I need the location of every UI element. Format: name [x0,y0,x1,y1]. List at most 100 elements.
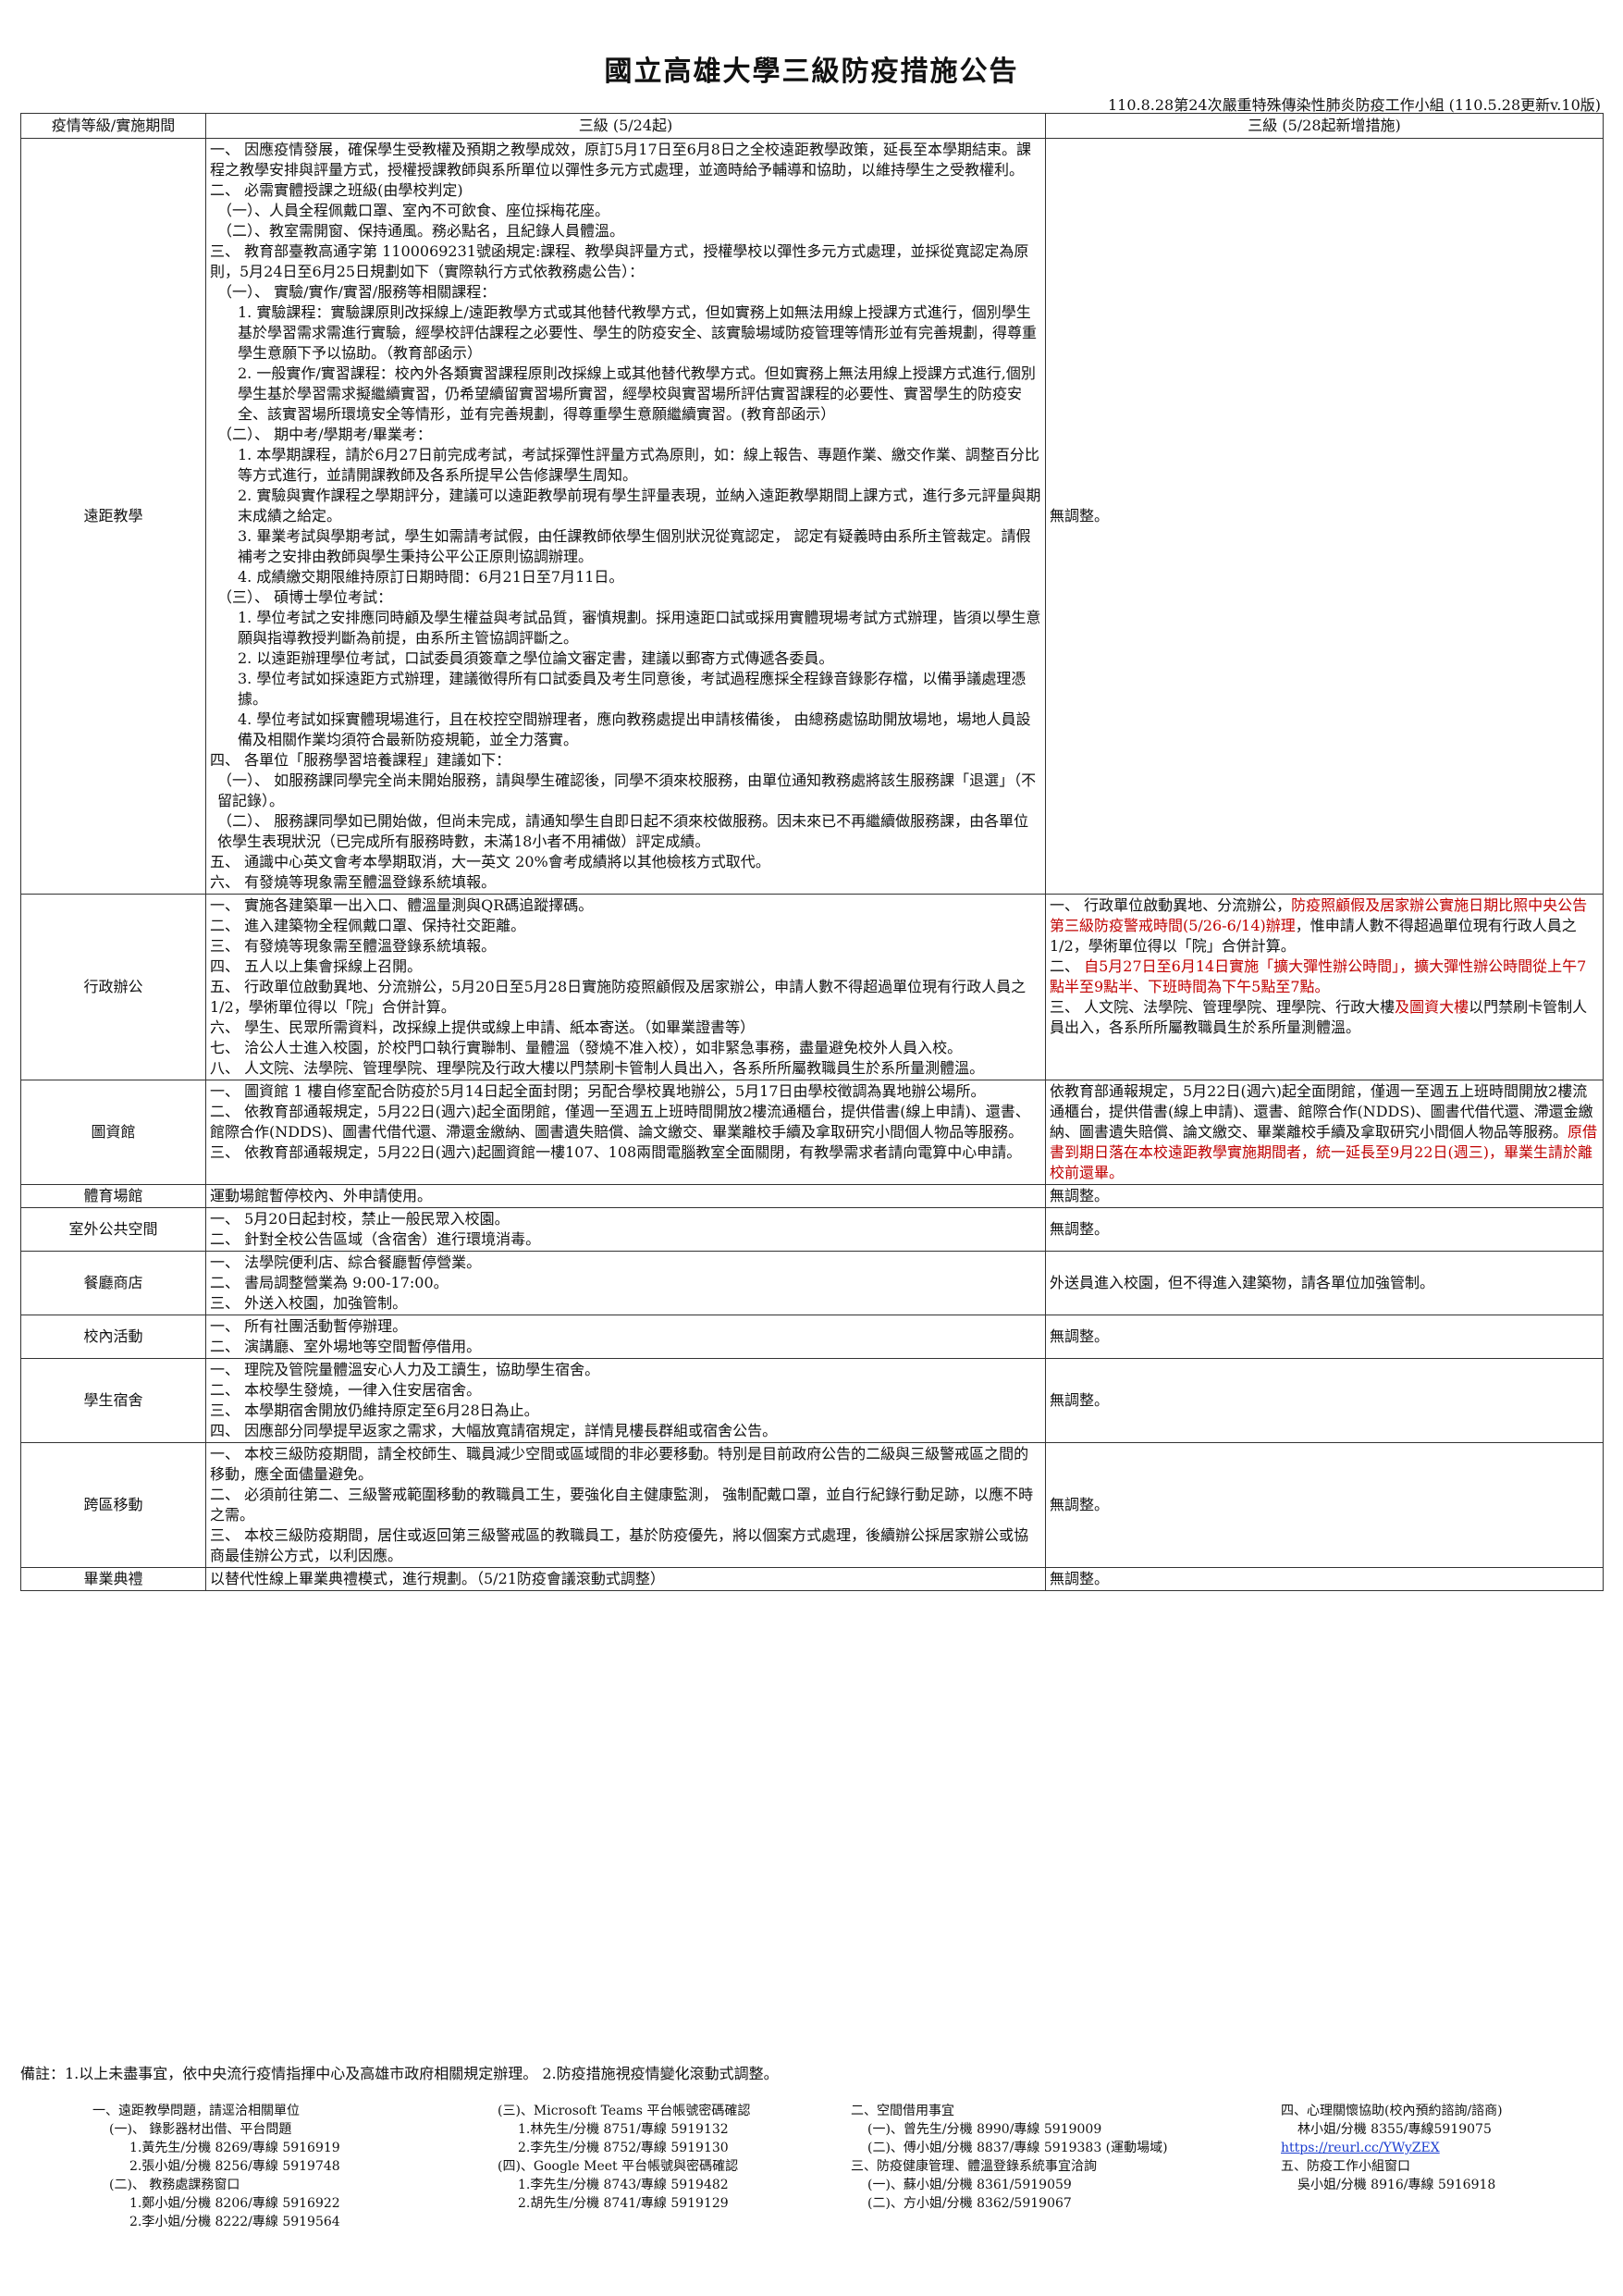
measure-line: 七、 洽公人士進入校園，於校門口執行實聯制、量體溫（發燒不准入校），如非緊急事務… [210,1039,963,1056]
measure-line: 一、 所有社團活動暫停辦理。 [210,1317,408,1335]
new-measure-text: 自5月27日至6月14日實施「擴大彈性辦公時間」，擴大彈性辦公時間從上午7點半至… [1050,957,1587,995]
level3-measures-cell: 一、 法學院便利店、綜合餐廳暫停營業。 二、 書局調整營業為 9:00-17:00… [205,1251,1046,1315]
contact-line: (二)、 教務處課務窗口 [109,2178,240,2192]
contact-line: (二)、傅小姐/分機 8837/專線 5919383 (運動場域) [867,2141,1168,2155]
level3-measures-cell: 運動場館暫停校內、外申請使用。 [205,1184,1046,1208]
level3-measures-cell: 一、 所有社團活動暫停辦理。二、 演講廳、室外場地等空間暫停借用。 [205,1315,1046,1359]
measure-line: 八、 人文院、法學院、管理學院、理學院及行政大樓以門禁刷卡管制人員出入，各系所所… [210,1059,985,1077]
new-measure-text: 二、 [1050,957,1085,975]
category-cell: 跨區移動 [20,1442,206,1568]
measure-line: 三、 教育部臺教高通字第 1100069231號函規定:課程、教學與評量方式，授… [210,242,1029,280]
new-measure-text: 無調整。 [1050,1327,1110,1345]
new-measure-line: 無調整。 [1050,1186,1599,1206]
new-measures-cell: 一、 行政單位啟動異地、分流辦公，防疫照顧假及居家辦公實施日期比照中央公告第三級… [1045,894,1604,1080]
measure-line: 2. 一般實作/實習課程：校內外各類實習課程原則改採線上或其他替代教學方式。但如… [238,364,1036,423]
measure-line: （一）、 如服務課同學完全尚未開始服務，請與學生確認後，同學不須來校服務，由單位… [217,772,1037,809]
new-measures-cell: 無調整。 [1045,1184,1604,1208]
table-row: 畢業典禮 以替代性線上畢業典禮模式，進行規劃。（5/21防疫會議滾動式調整） 無調整… [20,1567,1604,1591]
counsel-link[interactable]: https://reurl.cc/YWyZEX [1281,2141,1440,2155]
measure-line: （二）、 服務課同學如已開始做，但尚未完成，請通知學生自即日起不須來校做服務。因… [217,812,1029,850]
contact-line: (三)、Microsoft Teams 平台帳號密碼確認 [498,2104,751,2118]
category-cell: 體育場館 [20,1184,206,1208]
measure-line: 二、 針對全校公告區域（含宿舍）進行環境消毒。 [210,1230,541,1248]
table-row: 餐廳商店 一、 法學院便利店、綜合餐廳暫停營業。 二、 書局調整營業為 9:00-1… [20,1251,1604,1315]
measure-line: （三）、 碩博士學位考試： [217,588,393,606]
measure-line: 一、 理院及管院量體溫安心人力及工讀生，協助學生宿舍。 [210,1361,600,1378]
measure-line: 1. 本學期課程，請於6月27日前完成考試，考試採彈性評量方式為原則，如：線上報… [238,446,1039,484]
contacts-teaching: 一、遠距教學問題，請逕洽相關單位 (一)、 錄影器材出借、平台問題 1.黃先生/分機… [92,2102,340,2231]
measure-line: 三、 本學期宿舍開放仍維持原定至6月28日為止。 [210,1401,539,1419]
category-cell: 校內活動 [20,1315,206,1359]
contact-line: 吳小姐/分機 8916/專線 5916918 [1297,2178,1496,2192]
new-measures-cell: 無調整。 [1045,1358,1604,1443]
measure-line: 二、 必需實體授課之班級(由學校判定) [210,181,463,199]
new-measure-line: 一、 行政單位啟動異地、分流辦公，防疫照顧假及居家辦公實施日期比照中央公告第三級… [1050,895,1599,957]
measure-line: 三、 依教育部通報規定，5月22日(週六)起圖資館一樓107、108兩間電腦教室… [210,1143,1022,1161]
measure-line: （二）、教室需開窗、保持通風。務必點名，且紀錄人員體溫。 [217,222,625,240]
measure-line: 3. 學位考試如採遠距方式辦理，建議徵得所有口試委員及考生同意後，考試過程應採全… [238,670,1027,708]
contacts-space-health: 二、空間借用事宜 (一)、曾先生/分機 8990/專線 5919009 (二)、傅小… [851,2102,1168,2213]
measure-line: 1. 學位考試之安排應同時顧及學生權益與考試品質，審慎規劃。採用遠距口試或採用實… [238,609,1041,647]
contact-line: 1.李先生/分機 8743/專線 5919482 [518,2178,729,2192]
contact-line: https://reurl.cc/YWyZEX [1281,2139,1503,2157]
table-row: 校內活動 一、 所有社團活動暫停辦理。 二、 演講廳、室外場地等空間暫停借用。 無調整… [20,1315,1604,1359]
contacts-platform: (三)、Microsoft Teams 平台帳號密碼確認 1.林先生/分機 875… [481,2102,750,2213]
contact-line: 四、心理關懷協助(校內預約諮詢/諮商) [1281,2104,1503,2118]
measure-line: 以替代性線上畢業典禮模式，進行規劃。（5/21防疫會議滾動式調整） [210,1570,665,1587]
contact-line: (一)、 錄影器材出借、平台問題 [109,2122,292,2137]
measure-line: 三、 外送入校園，加強管制。 [210,1294,408,1312]
category-cell: 餐廳商店 [20,1251,206,1315]
level3-measures-cell: 一、 實施各建築單一出入口、體溫量測與QR碼追蹤擇碼。 二、 進入建築物全程佩戴口… [205,894,1046,1080]
table-row: 行政辦公 一、 實施各建築單一出入口、體溫量測與QR碼追蹤擇碼。 二、 進入建築物全… [20,894,1604,1080]
measure-line: 一、 圖資館 1 樓自修室配合防疫於5月14日起全面封閉；另配合學校異地辦公，5… [210,1082,986,1100]
new-measures-cell: 依教育部通報規定，5月22日(週六)起全面閉館，僅週一至週五上班時間開放2樓流通… [1045,1080,1604,1185]
measure-line: 五、 通識中心英文會考本學期取消，大一英文 20%會考成績將以其他檢核方式取代。 [210,853,770,870]
measure-line: 二、 書局調整營業為 9:00-17:00。 [210,1274,449,1291]
level3-measures-cell: 以替代性線上畢業典禮模式，進行規劃。（5/21防疫會議滾動式調整） [205,1567,1046,1591]
table-row: 體育場館 運動場館暫停校內、外申請使用。 無調整。 [20,1184,1604,1208]
table-row: 學生宿舍 一、 理院及管院量體溫安心人力及工讀生，協助學生宿舍。 二、 本校學生發燒… [20,1358,1604,1443]
new-measure-text: 無調整。 [1050,507,1110,525]
measure-line: 3. 畢業考試與學期考試，學生如需請考試假，由任課教師依學生個別狀況從寬認定， … [238,527,1031,565]
measures-table: 疫情等級/實施期間 三級 (5/24起) 三級 (5/28起新增措施) 遠距教學… [20,113,1604,1591]
category-cell: 學生宿舍 [20,1358,206,1443]
contact-line: 2.胡先生/分機 8741/專線 5919129 [518,2196,729,2211]
contact-line: 1.黃先生/分機 8269/專線 5916919 [129,2141,340,2155]
measure-line: 三、 本校三級防疫期間，居住或返回第三級警戒區的教職員工，基於防疫優先，將以個案… [210,1526,1029,1564]
measure-line: 四、 五人以上集會採線上召開。 [210,957,423,975]
measure-line: 1. 實驗課程：實驗課原則改採線上/遠距教學方式或其他替代教學方式，但如實務上如… [238,303,1038,362]
measure-line: 四、 因應部分同學提早返家之需求，大幅放寬請宿規定，詳情見樓長群組或宿舍公告。 [210,1422,778,1439]
new-measure-text: 及圖資大樓 [1395,998,1469,1016]
contact-line: (二)、方小姐/分機 8362/5919067 [867,2196,1072,2211]
new-measure-line: 無調整。 [1050,1495,1599,1515]
footnote: 備註：1.以上未盡事宜，依中央流行疫情指揮中心及高雄市政府相關規定辦理。 2.防… [20,2065,779,2082]
new-measures-cell: 無調整。 [1045,138,1604,895]
contact-line: (一)、曾先生/分機 8990/專線 5919009 [867,2122,1102,2137]
new-measure-text: 無調整。 [1050,1220,1110,1238]
contacts-counsel: 四、心理關懷協助(校內預約諮詢/諮商) 林小姐/分機 8355/專線5919075… [1281,2102,1503,2194]
measure-line: 五、 行政單位啟動異地、分流辦公，5月20日至5月28日實施防疫照顧假及居家辦公… [210,978,1027,1016]
new-measure-line: 無調整。 [1050,1327,1599,1347]
contact-line: 2.李小姐/分機 8222/專線 5919564 [129,2215,340,2229]
table-row: 遠距教學 一、 因應疫情發展，確保學生受教權及預期之教學成效，原訂5月17日至6月… [20,138,1604,895]
new-measure-text: 外送員進入校園，但不得進入建築物，請各單位加強管制。 [1050,1274,1435,1291]
category-cell: 室外公共空間 [20,1207,206,1252]
page-title: 國立高雄大學三級防疫措施公告 [604,56,1019,88]
table-header-row: 疫情等級/實施期間 三級 (5/24起) 三級 (5/28起新增措施) [20,113,1604,139]
measure-line: 一、 實施各建築單一出入口、體溫量測與QR碼追蹤擇碼。 [210,896,594,914]
new-measures-cell: 外送員進入校園，但不得進入建築物，請各單位加強管制。 [1045,1251,1604,1315]
measure-line: 一、 法學院便利店、綜合餐廳暫停營業。 [210,1253,482,1271]
measure-line: 一、 因應疫情發展，確保學生受教權及預期之教學成效，原訂5月17日至6月8日之全… [210,141,1031,179]
contact-line: (四)、Google Meet 平台帳號與密碼確認 [498,2159,739,2174]
level3-measures-cell: 一、 圖資館 1 樓自修室配合防疫於5月14日起全面封閉；另配合學校異地辦公，5… [205,1080,1046,1185]
new-measure-line: 無調整。 [1050,506,1599,526]
new-measure-text: 三、 人文院、法學院、管理學院、理學院、行政大樓 [1050,998,1396,1016]
new-measure-line: 二、 自5月27日至6月14日實施「擴大彈性辦公時間」，擴大彈性辦公時間從上午7… [1050,957,1599,997]
contact-line: 1.鄭小姐/分機 8206/專線 5916922 [129,2196,340,2211]
measure-line: 二、 演講廳、室外場地等空間暫停借用。 [210,1338,482,1355]
table-row: 室外公共空間 一、 5月20日起封校，禁止一般民眾入校園。 二、 針對全校公告區域（… [20,1207,1604,1252]
category-cell: 畢業典禮 [20,1567,206,1591]
new-measure-text: 無調整。 [1050,1496,1110,1513]
level3-measures-cell: 一、 理院及管院量體溫安心人力及工讀生，協助學生宿舍。 二、 本校學生發燒，一律入… [205,1358,1046,1443]
measure-line: 六、 有發燒等現象需至體溫登錄系統填報。 [210,873,497,891]
